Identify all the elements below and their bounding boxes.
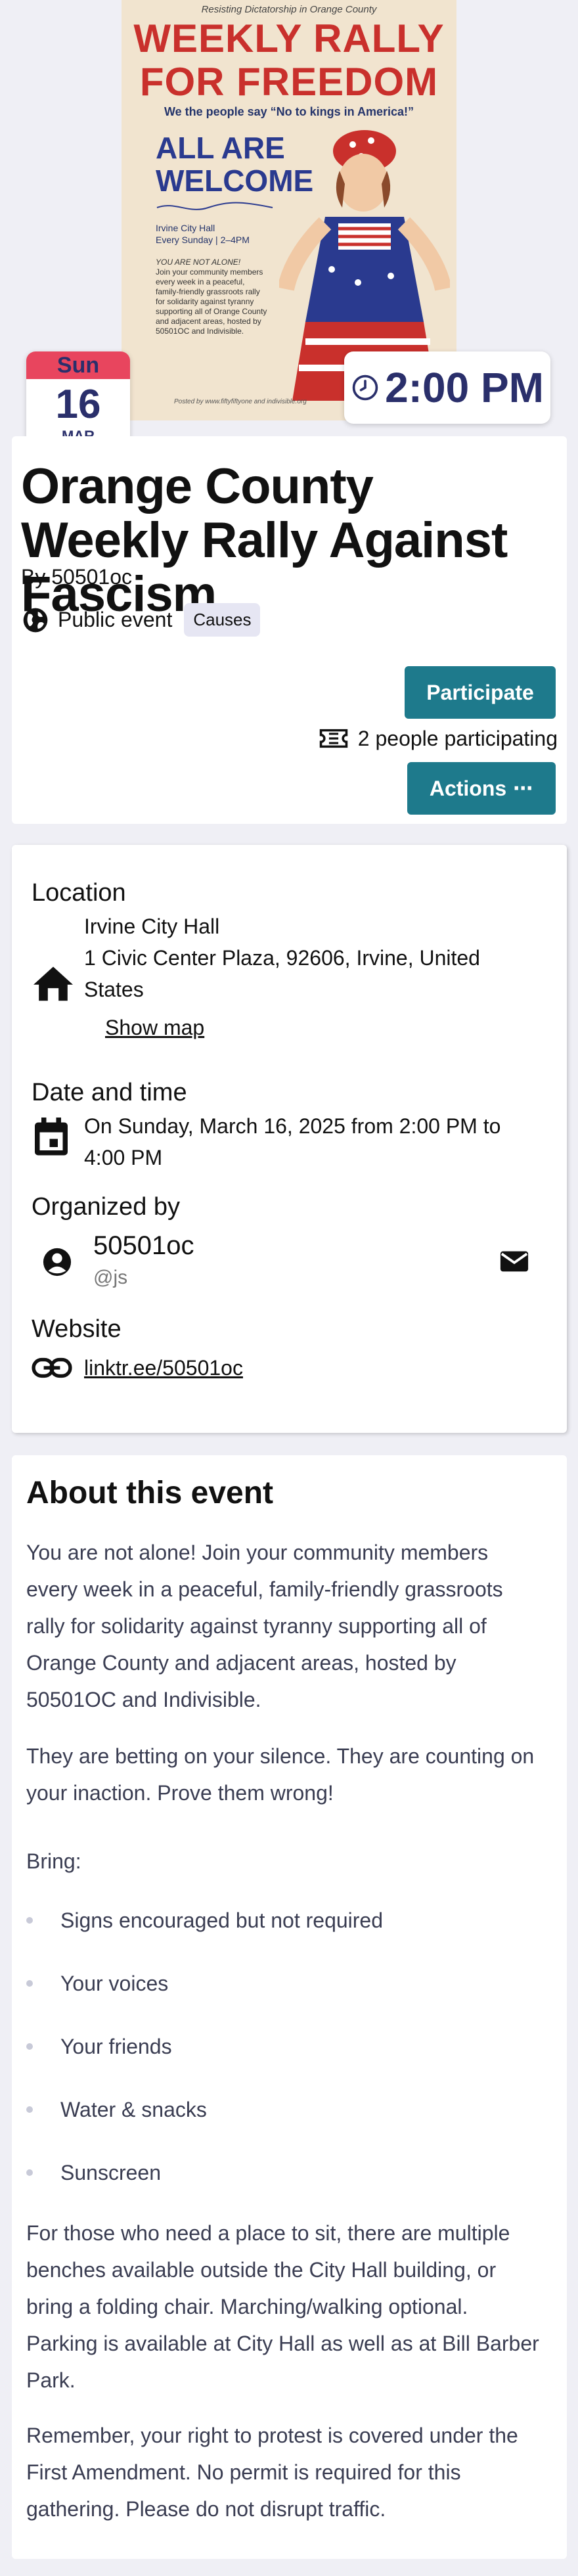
- bullet-dot: [26, 1916, 33, 1924]
- about-text-line: 50501OC and Indivisible.: [26, 1688, 261, 1711]
- about-text-line: For those who need a place to sit, there…: [26, 2221, 510, 2245]
- poster-tagline: Resisting Dictatorship in Orange County: [201, 4, 377, 15]
- about-text-line: You are not alone! Join your community m…: [26, 1541, 489, 1564]
- event-organizer-byline: By 50501oc: [21, 565, 133, 589]
- poster-headline: WEEKLY RALLY FOR FREEDOM: [122, 17, 456, 104]
- bring-label: Bring:: [26, 1849, 81, 1873]
- bullet-dot: [26, 1979, 33, 1987]
- participate-button[interactable]: Participate: [405, 666, 556, 719]
- list-item: Your voices: [26, 1972, 168, 1996]
- location-heading: Location: [32, 879, 126, 907]
- ticket-icon: [319, 729, 348, 748]
- participate-button-label: Participate: [426, 680, 534, 704]
- event-visibility-row: Public event Causes: [21, 603, 261, 637]
- poster-headline-line-2: FOR FREEDOM: [139, 60, 439, 104]
- organizer-handle: @js: [93, 1267, 128, 1288]
- bullet-dot: [26, 2106, 33, 2113]
- link-icon: [32, 1357, 72, 1378]
- category-tag[interactable]: Causes: [184, 603, 261, 637]
- globe-icon: [23, 608, 48, 632]
- location-address-line-2: States: [84, 978, 144, 1001]
- list-item-text: Signs encouraged but not required: [60, 1909, 384, 1932]
- show-map-link[interactable]: Show map: [105, 1012, 204, 1043]
- event-start-time: 2:00 PM: [385, 364, 544, 411]
- participants-count: 2 people participating: [319, 725, 558, 752]
- about-text-line: They are betting on your silence. They a…: [26, 1744, 535, 1768]
- actions-button-label: Actions: [429, 776, 507, 800]
- about-paragraph-1: You are not alone! Join your community m…: [26, 1534, 552, 1718]
- list-item: Your friends: [26, 2035, 172, 2059]
- location-name: Irvine City Hall: [84, 915, 220, 938]
- list-item-text: Your friends: [60, 2035, 172, 2058]
- date-badge-day: 16: [55, 382, 101, 427]
- participants-count-text: 2 people participating: [357, 726, 558, 750]
- more-dots-icon: ⋯: [513, 777, 534, 800]
- time-badge: 2:00 PM: [344, 351, 550, 424]
- poster-slogan: We the people say “No to kings in Americ…: [164, 105, 414, 118]
- poster-location-line-2: Every Sunday | 2–4PM: [156, 235, 250, 245]
- organizer-name: 50501oc: [93, 1231, 194, 1260]
- about-text-line: your inaction. Prove them wrong!: [26, 1781, 334, 1805]
- about-text-line: Parking is available at City Hall as wel…: [26, 2332, 539, 2355]
- about-text-line: Orange County and adjacent areas, hosted…: [26, 1651, 456, 1675]
- website-link[interactable]: linktr.ee/50501oc: [84, 1352, 243, 1384]
- about-event-card: About this event You are not alone! Join…: [12, 1455, 567, 2559]
- about-text-line: First Amendment. No permit is required f…: [26, 2460, 461, 2484]
- event-title: Orange County Weekly Rally Against Fasci…: [21, 459, 508, 622]
- about-text-line: benches available outside the City Hall …: [26, 2258, 497, 2282]
- location-address-line-1: 1 Civic Center Plaza, 92606, Irvine, Uni…: [84, 946, 480, 970]
- datetime-line-1: On Sunday, March 16, 2025 from 2:00 PM t…: [84, 1114, 501, 1138]
- about-text-line: gathering. Please do not disrupt traffic…: [26, 2497, 386, 2521]
- poster-swirl-ornament: [156, 202, 273, 210]
- list-item: Sunscreen: [26, 2161, 161, 2185]
- organizer-heading: Organized by: [32, 1193, 181, 1221]
- website-heading: Website: [32, 1315, 122, 1343]
- poster-location: Irvine City Hall Every Sunday | 2–4PM: [156, 222, 250, 246]
- about-text-line: Park.: [26, 2368, 76, 2392]
- event-visibility: Public event: [58, 608, 173, 631]
- about-paragraph-4: Remember, your right to protest is cover…: [26, 2417, 552, 2527]
- poster-credit: Posted by www.fiftyfiftyone and indivisi…: [174, 398, 307, 405]
- date-badge-weekday: Sun: [26, 351, 130, 379]
- about-text-line: rally for solidarity against tyranny sup…: [26, 1614, 487, 1638]
- about-paragraph-2: They are betting on your silence. They a…: [26, 1738, 552, 1811]
- bullet-dot: [26, 2043, 33, 2050]
- home-icon: [33, 966, 73, 1001]
- calendar-icon: [35, 1118, 68, 1156]
- datetime-line-2: 4:00 PM: [84, 1146, 163, 1169]
- about-text-line: Remember, your right to protest is cover…: [26, 2424, 518, 2447]
- actions-button[interactable]: Actions ⋯: [407, 762, 556, 815]
- bullet-dot: [26, 2169, 33, 2176]
- list-item: Water & snacks: [26, 2098, 207, 2122]
- list-item: Signs encouraged but not required: [26, 1909, 383, 1933]
- poster-location-line-1: Irvine City Hall: [156, 223, 215, 233]
- poster-description: YOU ARE NOT ALONE! Join your community m…: [156, 258, 267, 336]
- list-item-text: Water & snacks: [60, 2098, 207, 2121]
- clock-icon: [352, 374, 378, 401]
- mail-icon[interactable]: [499, 1248, 529, 1275]
- account-circle-icon: [43, 1248, 72, 1277]
- datetime-heading: Date and time: [32, 1079, 187, 1106]
- poster-description-line-2: Join your community members every week i…: [156, 267, 267, 336]
- event-header-card: Orange County Weekly Rally Against Fasci…: [12, 436, 567, 824]
- list-item-text: Your voices: [60, 1972, 169, 1995]
- list-item-text: Sunscreen: [60, 2161, 161, 2184]
- event-details-card: Location Irvine City Hall 1 Civic Center…: [12, 845, 567, 1433]
- about-paragraph-3: For those who need a place to sit, there…: [26, 2215, 552, 2399]
- poster-description-line-1: YOU ARE NOT ALONE!: [156, 258, 241, 267]
- poster-headline-line-1: WEEKLY RALLY: [133, 16, 445, 60]
- about-text-line: every week in a peaceful, family-friendl…: [26, 1577, 503, 1601]
- about-text-line: bring a folding chair. Marching/walking …: [26, 2295, 468, 2318]
- about-heading: About this event: [26, 1476, 274, 1510]
